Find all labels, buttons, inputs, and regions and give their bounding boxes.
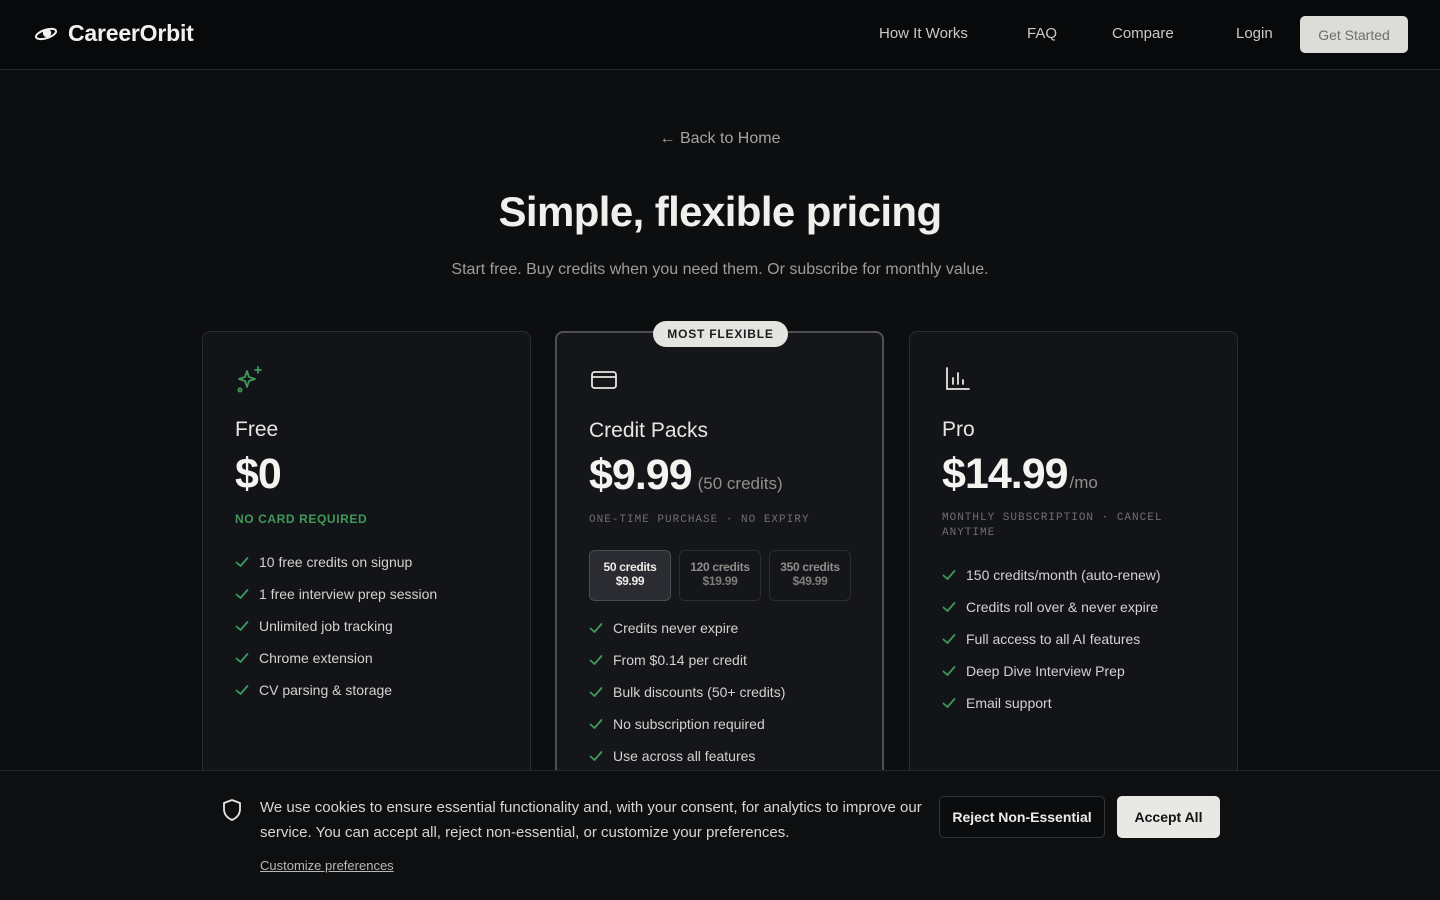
check-icon	[942, 698, 956, 708]
pack-option-350[interactable]: 350 credits $49.99	[769, 550, 851, 601]
feature-item: 150 credits/month (auto-renew)	[942, 559, 1161, 591]
nav-compare[interactable]: Compare	[1112, 25, 1174, 42]
feature-item: Full access to all AI features	[942, 623, 1161, 655]
feature-text: 150 credits/month (auto-renew)	[966, 567, 1161, 583]
price-amount: $14.99	[942, 450, 1069, 498]
pack-option-50[interactable]: 50 credits $9.99	[589, 550, 671, 601]
shield-icon	[223, 799, 241, 821]
plan-price: $0	[235, 450, 282, 499]
feature-item: Unlimited job tracking	[235, 610, 437, 642]
check-icon	[942, 634, 956, 644]
feature-item: Use across all features	[589, 740, 785, 772]
feature-list: 150 credits/month (auto-renew) Credits r…	[942, 559, 1161, 719]
price-suffix: (50 credits)	[697, 474, 783, 493]
most-flexible-badge: MOST FLEXIBLE	[653, 321, 788, 347]
back-to-home-link[interactable]: ← Back to Home	[0, 130, 1440, 148]
price-amount: $9.99	[589, 451, 693, 499]
feature-text: Use across all features	[613, 748, 756, 764]
feature-text: Email support	[966, 695, 1052, 711]
feature-text: 10 free credits on signup	[259, 554, 413, 570]
check-icon	[589, 655, 603, 665]
check-icon	[589, 719, 603, 729]
bar-chart-icon	[946, 367, 970, 390]
orbit-logo-icon	[34, 27, 58, 40]
pack-credits: 50 credits	[603, 560, 657, 574]
feature-item: Credits roll over & never expire	[942, 591, 1161, 623]
feature-text: CV parsing & storage	[259, 682, 393, 698]
plan-note: MONTHLY SUBSCRIPTION · CANCEL ANYTIME	[942, 512, 1163, 539]
plan-price: $14.99 /mo	[942, 450, 1098, 499]
plan-name: Credit Packs	[589, 419, 709, 442]
plan-note: ONE-TIME PURCHASE · NO EXPIRY	[589, 514, 810, 526]
nav-how-it-works[interactable]: How It Works	[879, 25, 968, 42]
cookie-banner: We use cookies to ensure essential funct…	[0, 770, 1440, 900]
feature-text: From $0.14 per credit	[613, 652, 747, 668]
feature-text: Full access to all AI features	[966, 631, 1141, 647]
feature-item: Email support	[942, 687, 1161, 719]
feature-item: 10 free credits on signup	[235, 546, 437, 578]
check-icon	[942, 570, 956, 580]
sparkles-icon	[237, 366, 262, 393]
feature-item: Bulk discounts (50+ credits)	[589, 676, 785, 708]
feature-text: Credits never expire	[613, 620, 739, 636]
check-icon	[235, 557, 249, 567]
pack-price: $9.99	[615, 574, 645, 588]
check-icon	[235, 589, 249, 599]
feature-list: Credits never expire From $0.14 per cred…	[589, 612, 785, 772]
feature-item: From $0.14 per credit	[589, 644, 785, 676]
pack-credits: 120 credits	[690, 560, 750, 574]
page-subtitle: Start free. Buy credits when you need th…	[451, 261, 989, 278]
customize-preferences-link[interactable]: Customize preferences	[260, 858, 394, 873]
pack-option-120[interactable]: 120 credits $19.99	[679, 550, 761, 601]
pack-credits: 350 credits	[780, 560, 840, 574]
feature-text: Bulk discounts (50+ credits)	[613, 684, 786, 700]
plan-card-free: Free $0 NO CARD REQUIRED 10 free credits…	[202, 331, 531, 801]
feature-item: Deep Dive Interview Prep	[942, 655, 1161, 687]
feature-item: 1 free interview prep session	[235, 578, 437, 610]
check-icon	[235, 653, 249, 663]
logo[interactable]: CareerOrbit	[34, 20, 194, 47]
check-icon	[235, 685, 249, 695]
site-header: CareerOrbit How It Works FAQ Compare Log…	[0, 0, 1440, 70]
check-icon	[235, 621, 249, 631]
feature-item: No subscription required	[589, 708, 785, 740]
check-icon	[942, 602, 956, 612]
reject-non-essential-button[interactable]: Reject Non-Essential	[939, 796, 1105, 838]
check-icon	[589, 687, 603, 697]
plan-note: NO CARD REQUIRED	[235, 512, 368, 526]
nav-faq[interactable]: FAQ	[1027, 25, 1057, 42]
feature-text: Deep Dive Interview Prep	[966, 663, 1125, 679]
check-icon	[589, 623, 603, 633]
feature-item: Credits never expire	[589, 612, 785, 644]
plan-price: $9.99 (50 credits)	[589, 451, 783, 500]
accept-all-button[interactable]: Accept All	[1117, 796, 1220, 838]
brand-name: CareerOrbit	[68, 20, 194, 46]
feature-text: 1 free interview prep session	[259, 586, 438, 602]
pack-price: $19.99	[702, 574, 738, 588]
feature-text: Unlimited job tracking	[259, 618, 393, 634]
plan-card-pro: Pro $14.99 /mo MONTHLY SUBSCRIPTION · CA…	[909, 331, 1238, 801]
pack-price: $49.99	[792, 574, 828, 588]
plan-name: Pro	[942, 418, 975, 441]
price-suffix: /mo	[1069, 473, 1098, 492]
check-icon	[589, 751, 603, 761]
feature-text: Credits roll over & never expire	[966, 599, 1159, 615]
credit-pack-selector: 50 credits $9.99 120 credits $19.99 350 …	[589, 550, 851, 601]
feature-text: No subscription required	[613, 716, 765, 732]
check-icon	[942, 666, 956, 676]
feature-item: Chrome extension	[235, 642, 437, 674]
nav-login[interactable]: Login	[1236, 25, 1273, 42]
feature-text: Chrome extension	[259, 650, 373, 666]
plan-name: Free	[235, 418, 279, 441]
feature-list: 10 free credits on signup 1 free intervi…	[235, 546, 437, 706]
page-title: Simple, flexible pricing	[498, 188, 942, 235]
plan-card-credit-packs: Credit Packs $9.99 (50 credits) ONE-TIME…	[555, 331, 884, 801]
get-started-button[interactable]: Get Started	[1300, 16, 1408, 53]
price-amount: $0	[235, 450, 282, 498]
credit-card-icon	[591, 371, 617, 389]
cookie-message: We use cookies to ensure essential funct…	[260, 799, 922, 841]
feature-item: CV parsing & storage	[235, 674, 437, 706]
